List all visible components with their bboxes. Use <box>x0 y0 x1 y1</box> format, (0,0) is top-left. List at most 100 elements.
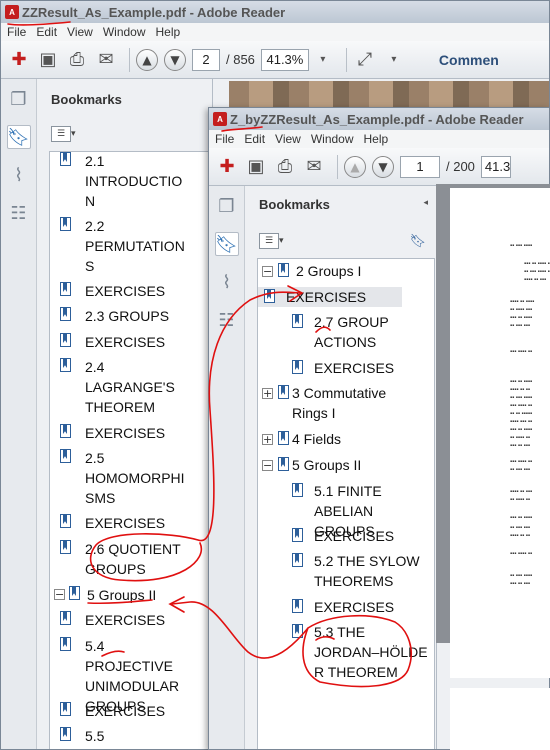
bookmark-item[interactable]: EXERCISES <box>292 358 394 378</box>
bookmark-tree: 2.1 INTRODUCTIO N 2.2 PERMUTATION S EXER… <box>49 151 219 749</box>
bookmark-item[interactable]: EXERCISES <box>60 332 165 352</box>
document-page <box>450 688 550 750</box>
bookmark-icon <box>60 333 71 347</box>
fit-page-icon[interactable]: ⤢ <box>353 48 377 72</box>
document-page-image <box>229 81 549 109</box>
next-page-icon[interactable]: ▼ <box>164 48 186 71</box>
expand-icon[interactable]: + <box>262 434 273 445</box>
collapse-icon[interactable]: − <box>262 266 273 277</box>
menu-window[interactable]: Window <box>311 132 354 146</box>
options-icon[interactable]: ☰ <box>51 126 71 142</box>
bookmark-item[interactable]: 2.3 GROUPS <box>60 306 169 326</box>
bookmark-icon <box>60 152 71 166</box>
bookmark-icon <box>60 358 71 372</box>
menu-help[interactable]: Help <box>156 25 181 39</box>
email-icon[interactable]: ✉ <box>94 48 118 72</box>
pages-icon[interactable]: ❐ <box>215 194 239 218</box>
attachments-icon[interactable]: ⌇ <box>7 163 31 187</box>
bookmark-item[interactable]: − 5 Groups II <box>262 455 361 475</box>
collapse-panel-icon[interactable]: ◂ <box>423 198 428 208</box>
bookmark-item[interactable]: 2.1 INTRODUCTIO N <box>60 152 215 211</box>
menu-edit[interactable]: Edit <box>36 25 57 39</box>
bookmarks-icon[interactable]: 🔖︎ <box>6 125 31 149</box>
options-icon[interactable]: ☰ <box>259 233 279 249</box>
bookmark-item[interactable]: − 5 Groups II <box>54 585 156 605</box>
expand-icon[interactable]: + <box>262 388 273 399</box>
create-pdf-icon[interactable]: ✚ <box>215 155 239 179</box>
bookmark-icon <box>264 289 275 303</box>
page-total: / 856 <box>226 52 255 67</box>
comment-button[interactable]: Commen <box>439 52 499 68</box>
bookmark-item[interactable]: EXERCISES <box>60 513 165 533</box>
zoom-dropdown-icon[interactable]: ▾ <box>311 48 335 72</box>
menu-file[interactable]: File <box>215 132 234 146</box>
menu-help[interactable]: Help <box>364 132 389 146</box>
tools-dropdown-icon[interactable]: ▾ <box>382 48 406 72</box>
bookmark-item[interactable]: + 3 Commutative Rings I <box>262 383 432 423</box>
menu-edit[interactable]: Edit <box>244 132 265 146</box>
bookmark-item[interactable]: 2.5 HOMOMORPHI SMS <box>60 448 195 508</box>
title-bar: A Z_byZZResult_As_Example.pdf - Adobe Re… <box>209 108 549 130</box>
bookmark-icon <box>60 424 71 438</box>
bookmark-item[interactable]: EXERCISES <box>60 701 165 721</box>
bookmark-icon <box>278 263 289 277</box>
navigation-strip: ❐ 🔖︎ ⌇ ☷ <box>1 79 37 749</box>
bookmark-item[interactable]: 2.7 GROUP ACTIONS <box>292 312 424 352</box>
menu-window[interactable]: Window <box>103 25 146 39</box>
menu-bar: File Edit View Window Help <box>1 23 549 41</box>
menu-file[interactable]: File <box>7 25 26 39</box>
save-icon[interactable]: ▣ <box>36 48 60 72</box>
bookmark-item[interactable]: 5.2 THE SYLOW THEOREMS <box>292 551 432 591</box>
bookmark-item[interactable]: + 4 Fields <box>262 429 341 449</box>
print-icon[interactable]: ⎙ <box>65 48 89 72</box>
pages-icon[interactable]: ❐ <box>7 87 31 111</box>
bookmark-settings-icon[interactable]: 🔖︎ <box>409 234 426 249</box>
bookmark-icon <box>60 702 71 716</box>
prev-page-icon[interactable]: ▲ <box>344 155 366 178</box>
bookmark-item[interactable]: EXERCISES <box>60 610 165 630</box>
bookmark-icon <box>292 314 303 328</box>
layers-icon[interactable]: ☷ <box>7 201 31 225</box>
bookmark-icon <box>60 514 71 528</box>
options-bar: ☰ ▾ 🔖︎ <box>245 230 436 252</box>
collapse-icon[interactable]: − <box>54 589 65 600</box>
page-number-input[interactable]: 1 <box>400 155 440 178</box>
bookmark-icon <box>292 360 303 374</box>
save-icon[interactable]: ▣ <box>244 155 268 179</box>
title-bar: A ZZResult_As_Example.pdf - Adobe Reader <box>1 1 549 23</box>
attachments-icon[interactable]: ⌇ <box>215 270 239 294</box>
next-page-icon[interactable]: ▼ <box>372 155 394 178</box>
create-pdf-icon[interactable]: ✚ <box>7 48 31 72</box>
pdf-icon: A <box>5 5 19 19</box>
bookmark-icon <box>292 624 303 638</box>
bookmark-icon <box>69 586 80 600</box>
print-icon[interactable]: ⎙ <box>273 155 297 179</box>
collapse-icon[interactable]: − <box>262 460 273 471</box>
options-bar: ☰ ▾ <box>37 123 212 145</box>
bookmark-item[interactable]: 5.3 THE JORDAN–HÖLDE R THEOREM <box>292 622 432 682</box>
bookmark-item-selected[interactable]: EXERCISES <box>258 287 402 307</box>
toolbar: ✚ ▣ ⎙ ✉ ▲ ▼ 2 / 856 41.3% ▾ ⤢ ▾ Commen <box>1 41 549 79</box>
layers-icon[interactable]: ☷ <box>215 308 239 332</box>
menu-view[interactable]: View <box>275 132 301 146</box>
zoom-input[interactable]: 41.3 <box>480 155 511 178</box>
window-title: Z_byZZResult_As_Example.pdf - Adobe Read… <box>230 111 524 127</box>
bookmark-item[interactable]: EXERCISES <box>292 597 394 617</box>
prev-page-icon[interactable]: ▲ <box>136 48 158 71</box>
bookmark-icon <box>60 727 71 741</box>
email-icon[interactable]: ✉ <box>302 155 326 179</box>
bookmarks-panel: Bookmarks ◂ ☰ ▾ 🔖︎ − 2 Groups I EXERCISES… <box>245 186 437 749</box>
bookmark-item[interactable]: 5.5 PRESENTATION <box>60 726 195 749</box>
bookmarks-icon[interactable]: 🔖︎ <box>214 232 239 256</box>
zoom-input[interactable]: 41.3% <box>260 48 309 71</box>
bookmark-item[interactable]: 2.6 QUOTIENT GROUPS <box>60 539 185 579</box>
bookmark-item[interactable]: 2.2 PERMUTATION S <box>60 216 215 276</box>
page-number-input[interactable]: 2 <box>192 48 220 71</box>
bookmark-item[interactable]: − 2 Groups I <box>262 261 432 281</box>
menu-view[interactable]: View <box>67 25 93 39</box>
bookmark-item[interactable]: EXERCISES <box>292 526 394 546</box>
bookmark-icon <box>278 385 289 399</box>
bookmark-item[interactable]: EXERCISES <box>60 281 165 301</box>
bookmark-item[interactable]: 2.4 LAGRANGE'S THEOREM <box>60 357 181 417</box>
bookmark-item[interactable]: EXERCISES <box>60 423 165 443</box>
